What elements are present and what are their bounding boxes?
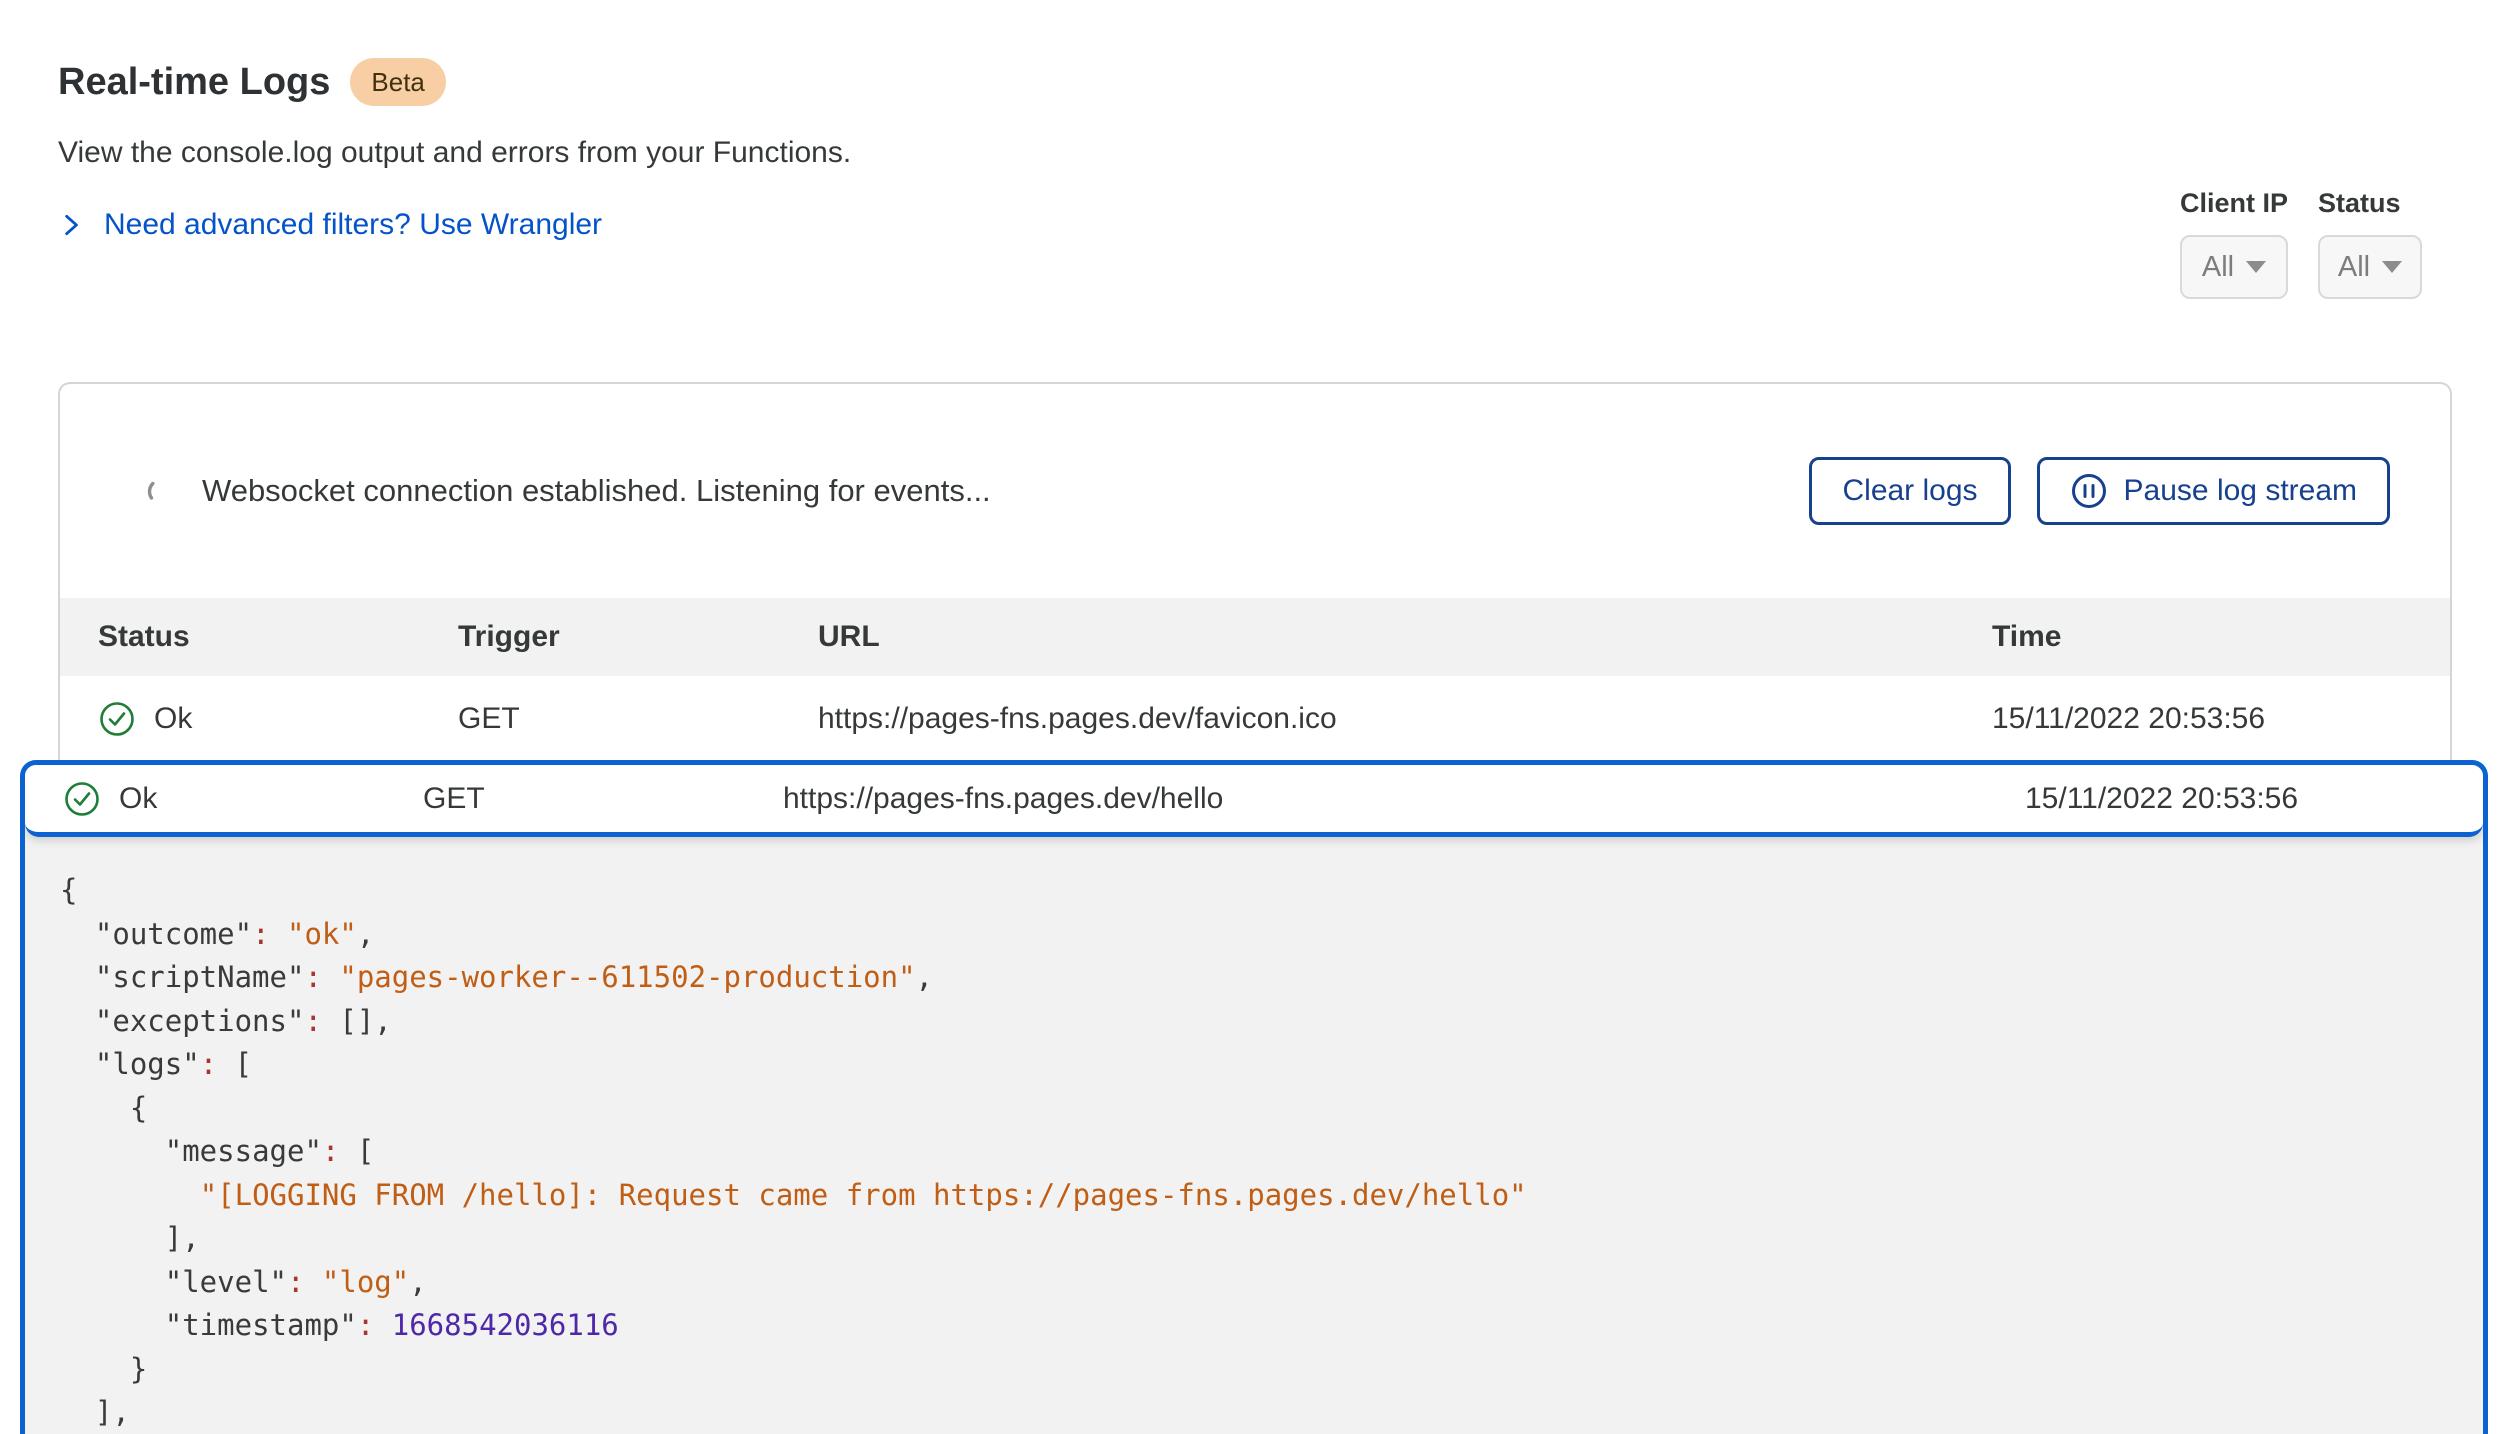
log-card: Websocket connection established. Listen… — [58, 382, 2452, 762]
clear-logs-button[interactable]: Clear logs — [1809, 457, 2010, 525]
column-header-status: Status — [98, 620, 458, 654]
status-filter: Status All — [2318, 188, 2422, 299]
code-line: { — [60, 1087, 2463, 1131]
status-filter-value: All — [2338, 251, 2370, 284]
log-row-hello-selected[interactable]: Ok GET https://pages-fns.pages.dev/hello… — [25, 765, 2483, 837]
title-row: Real-time Logs Beta — [58, 58, 2450, 106]
caret-down-icon — [2382, 261, 2402, 273]
pause-icon — [2070, 472, 2108, 510]
clear-logs-label: Clear logs — [1842, 474, 1977, 508]
code-line: ], — [60, 1391, 2463, 1434]
log-json-detail: { "outcome": "ok", "scriptName": "pages-… — [25, 837, 2483, 1434]
websocket-status-message: Websocket connection established. Listen… — [202, 473, 1809, 509]
page-subtitle: View the console.log output and errors f… — [58, 136, 2450, 170]
toolbar-buttons: Clear logs Pause log stream — [1809, 457, 2390, 525]
client-ip-filter: Client IP All — [2180, 188, 2288, 299]
pause-log-stream-label: Pause log stream — [2124, 474, 2357, 508]
filters: Client IP All Status All — [2180, 188, 2422, 299]
code-line: "level": "log", — [60, 1261, 2463, 1305]
url-value: https://pages-fns.pages.dev/hello — [783, 782, 2025, 816]
wrangler-row: Need advanced filters? Use Wrangler — [58, 208, 2450, 242]
code-line: "exceptions": [], — [60, 1000, 2463, 1044]
time-value: 15/11/2022 20:53:56 — [2025, 782, 2445, 816]
code-line: ], — [60, 1217, 2463, 1261]
spinner-icon — [146, 476, 176, 506]
url-value: https://pages-fns.pages.dev/favicon.ico — [818, 702, 1992, 736]
status-dropdown[interactable]: All — [2318, 235, 2422, 299]
column-header-time: Time — [1992, 620, 2412, 654]
client-ip-dropdown[interactable]: All — [2180, 235, 2288, 299]
chevron-right-icon — [58, 212, 84, 238]
code-line: { — [60, 869, 2463, 913]
page-header: Real-time Logs Beta View the console.log… — [0, 0, 2508, 242]
success-check-icon — [98, 700, 136, 738]
log-toolbar: Websocket connection established. Listen… — [60, 384, 2450, 598]
code-line: "scriptName": "pages-worker--611502-prod… — [60, 956, 2463, 1000]
success-check-icon — [63, 780, 101, 818]
pause-log-stream-button[interactable]: Pause log stream — [2037, 457, 2390, 525]
trigger-value: GET — [423, 782, 783, 816]
code-line: } — [60, 1348, 2463, 1392]
client-ip-label: Client IP — [2180, 188, 2288, 219]
code-line: "[LOGGING FROM /hello]: Request came fro… — [60, 1174, 2463, 1218]
wrangler-link[interactable]: Need advanced filters? Use Wrangler — [104, 208, 602, 242]
status-value: Ok — [119, 782, 157, 816]
column-header-url: URL — [818, 620, 1992, 654]
status-filter-label: Status — [2318, 188, 2422, 219]
caret-down-icon — [2246, 261, 2266, 273]
log-row-favicon[interactable]: Ok GET https://pages-fns.pages.dev/favic… — [60, 676, 2450, 762]
column-header-trigger: Trigger — [458, 620, 818, 654]
beta-badge: Beta — [350, 58, 446, 106]
client-ip-value: All — [2202, 251, 2234, 284]
table-header: Status Trigger URL Time — [60, 598, 2450, 676]
status-value: Ok — [154, 702, 192, 736]
code-line: "timestamp": 1668542036116 — [60, 1304, 2463, 1348]
trigger-value: GET — [458, 702, 818, 736]
code-line: "message": [ — [60, 1130, 2463, 1174]
expanded-log-entry: Ok GET https://pages-fns.pages.dev/hello… — [20, 760, 2488, 1434]
code-line: "outcome": "ok", — [60, 913, 2463, 957]
page-title: Real-time Logs — [58, 61, 330, 104]
status-cell: Ok — [63, 780, 423, 818]
time-value: 15/11/2022 20:53:56 — [1992, 702, 2412, 736]
code-line: "logs": [ — [60, 1043, 2463, 1087]
status-cell: Ok — [98, 700, 458, 738]
